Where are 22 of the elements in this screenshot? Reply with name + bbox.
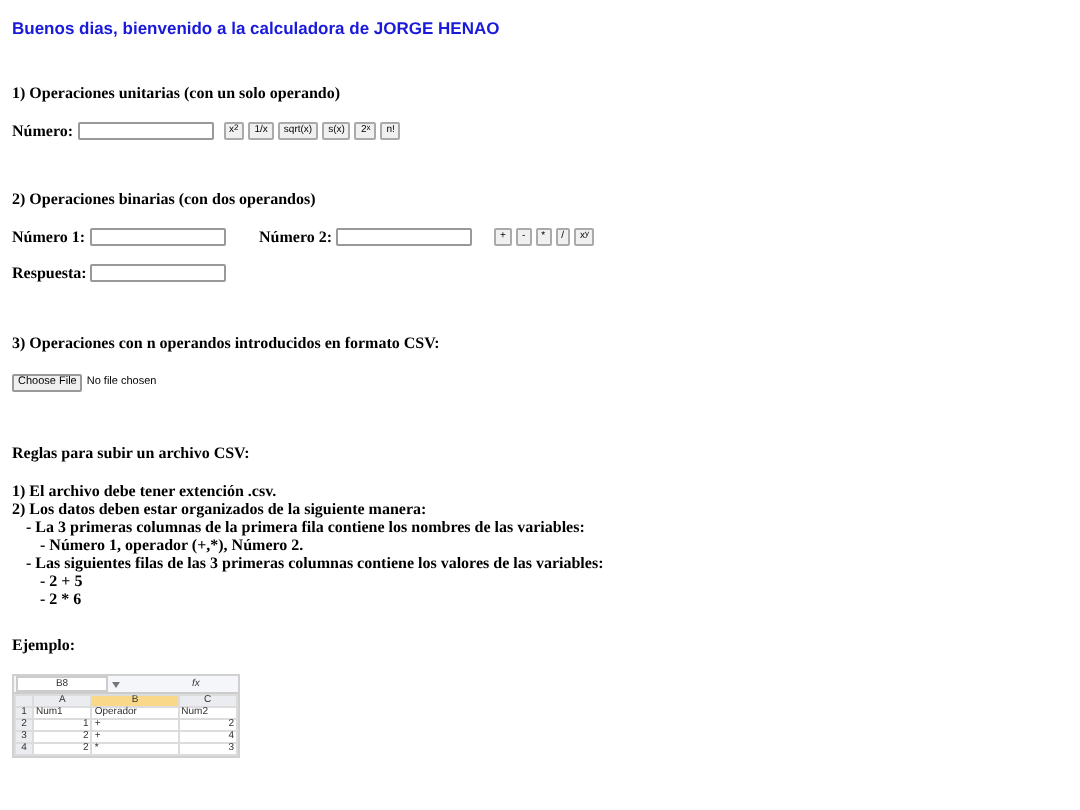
rule-text: - Número 1, operador (+,*), Número 2. [38,536,306,554]
field-label: Respuesta: [12,263,87,281]
section-heading: 2) Operaciones binarias (con dos operandos) [12,190,318,210]
section-heading: 3) Operaciones con n operandos introducidos en formato CSV: [12,334,442,354]
rule-text: - 2 * 6 [38,590,84,608]
rule-text: - Las siguientes filas de las 3 primeras columnas contiene los valores de las variables: [24,554,606,572]
number-field[interactable] [77,121,214,139]
answer-field[interactable] [90,263,227,281]
section-heading: Reglas para subir un archivo CSV: [12,444,252,464]
field-label: Número 1: [12,227,86,245]
section-heading: Ejemplo: [12,636,78,656]
rule-text: - La 3 primeras columnas de la primera fila contiene los nombres de las variables: [24,518,587,536]
rule-text: - 2 + 5 [38,572,85,590]
field-label: Número: [12,121,74,139]
number-field[interactable] [89,227,226,245]
section-heading: 1) Operaciones unitarias (con un solo operando) [12,84,343,104]
rule-text: 1) El archivo debe tener extención .csv. [12,482,279,500]
number-field[interactable] [336,227,473,245]
dropdown-arrow-icon[interactable] [112,681,120,687]
field-label: Número 2: [259,227,333,245]
rule-text: 2) Los datos deben estar organizados de la siguiente manera: [12,500,429,518]
page-title: Buenos dias, bienvenido a la calculadora de JORGE HENAO [12,18,502,38]
